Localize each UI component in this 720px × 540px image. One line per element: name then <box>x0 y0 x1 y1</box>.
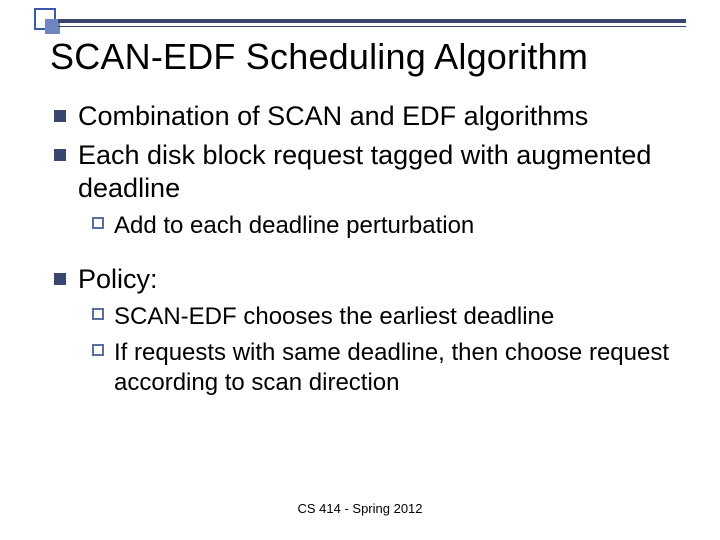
spacer <box>54 247 674 263</box>
bullet-level1: Policy: <box>54 263 674 296</box>
bullet-text: If requests with same deadline, then cho… <box>114 338 674 398</box>
bullet-square-icon <box>54 149 66 161</box>
footer-text: CS 414 - Spring 2012 <box>0 501 720 516</box>
bullet-text: Each disk block request tagged with augm… <box>78 139 674 205</box>
bullet-text: Combination of SCAN and EDF algorithms <box>78 100 588 133</box>
rule-thin <box>58 26 686 27</box>
bullet-hollow-square-icon <box>92 308 104 320</box>
bullet-hollow-square-icon <box>92 217 104 229</box>
bullet-level2: SCAN-EDF chooses the earliest deadline <box>92 302 674 332</box>
bullet-level1: Combination of SCAN and EDF algorithms <box>54 100 674 133</box>
content-body: Combination of SCAN and EDF algorithms E… <box>54 100 674 404</box>
page-title: SCAN-EDF Scheduling Algorithm <box>50 36 690 78</box>
slide: SCAN-EDF Scheduling Algorithm Combinatio… <box>0 0 720 540</box>
bullet-level2: If requests with same deadline, then cho… <box>92 338 674 398</box>
bullet-hollow-square-icon <box>92 344 104 356</box>
bullet-text: SCAN-EDF chooses the earliest deadline <box>114 302 554 332</box>
horizontal-rule <box>58 19 686 27</box>
bullet-square-icon <box>54 110 66 122</box>
bullet-level2: Add to each deadline perturbation <box>92 211 674 241</box>
bullet-level1: Each disk block request tagged with augm… <box>54 139 674 205</box>
bullet-text: Add to each deadline perturbation <box>114 211 474 241</box>
bullet-square-icon <box>54 273 66 285</box>
bullet-text: Policy: <box>78 263 158 296</box>
rule-thick <box>58 19 686 23</box>
